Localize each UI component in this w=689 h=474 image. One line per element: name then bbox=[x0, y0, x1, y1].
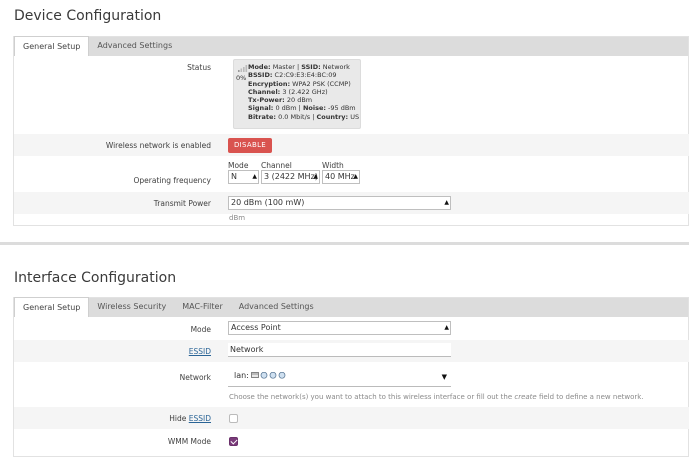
wireless-enabled-row: Wireless network is enabled DISABLE bbox=[14, 134, 689, 156]
network-interface-icon bbox=[261, 372, 268, 379]
essid-link[interactable]: ESSID bbox=[189, 347, 211, 356]
interface-mode-select[interactable]: Access Point ▲ bbox=[228, 321, 451, 335]
disable-button[interactable]: DISABLE bbox=[228, 138, 272, 153]
dropdown-arrow-icon: ▲ bbox=[353, 173, 358, 180]
transmit-power-unit: dBm bbox=[229, 214, 246, 222]
transmit-power-select[interactable]: 20 dBm (100 mW) ▲ bbox=[228, 196, 451, 210]
dropdown-arrow-icon: ▲ bbox=[444, 199, 449, 206]
interface-tabs: General Setup Wireless Security MAC-Filt… bbox=[14, 297, 688, 317]
tab-advanced-settings[interactable]: Advanced Settings bbox=[89, 36, 180, 56]
hide-essid-link[interactable]: ESSID bbox=[189, 414, 211, 423]
transmit-power-row: Transmit Power 20 dBm (100 mW) ▲ bbox=[14, 192, 689, 214]
dropdown-arrow-icon: ▲ bbox=[252, 173, 257, 180]
wmm-mode-label: WMM Mode bbox=[167, 437, 211, 446]
dropdown-arrow-icon: ▼ bbox=[441, 373, 447, 381]
mode-sublabel: Mode bbox=[228, 161, 249, 170]
channel-select[interactable]: 3 (2422 MHz) ▲ bbox=[261, 170, 320, 184]
dropdown-arrow-icon: ▲ bbox=[313, 173, 318, 180]
channel-sublabel: Channel bbox=[261, 161, 292, 170]
tab-advanced-settings[interactable]: Advanced Settings bbox=[231, 297, 322, 317]
tab-general-setup[interactable]: General Setup bbox=[14, 36, 90, 56]
mode-select[interactable]: N ▲ bbox=[228, 170, 259, 184]
status-row: Status 0% Mode: Master | SSID: Network B… bbox=[14, 56, 689, 134]
mode-label: Mode bbox=[190, 325, 211, 334]
signal-percent: 0% bbox=[236, 74, 247, 82]
network-interface-icon bbox=[270, 372, 277, 379]
device-config-panel: General Setup Advanced Settings Status 0… bbox=[13, 36, 689, 226]
hide-essid-label: Hide ESSID bbox=[169, 414, 211, 423]
mode-row: Mode Access Point ▲ bbox=[14, 318, 689, 340]
network-label: Network bbox=[179, 373, 211, 382]
tab-wireless-security[interactable]: Wireless Security bbox=[89, 297, 174, 317]
status-details: Mode: Master | SSID: Network BSSID: C2:C… bbox=[248, 63, 360, 121]
signal-icon bbox=[238, 65, 248, 72]
network-hint: Choose the network(s) you want to attach… bbox=[229, 393, 644, 401]
network-row: Network lan: ▼ Choose the network(s) you… bbox=[14, 362, 689, 407]
wmm-mode-checkbox[interactable] bbox=[229, 437, 238, 446]
essid-label: ESSID bbox=[189, 347, 211, 356]
device-tabs: General Setup Advanced Settings bbox=[14, 36, 688, 56]
hide-essid-checkbox[interactable] bbox=[229, 414, 238, 423]
status-box: 0% Mode: Master | SSID: Network BSSID: C… bbox=[233, 59, 361, 129]
network-interface-icon bbox=[279, 372, 286, 379]
wmm-mode-row: WMM Mode bbox=[14, 429, 689, 451]
device-config-title: Device Configuration bbox=[14, 8, 162, 24]
hide-essid-row: Hide ESSID bbox=[14, 407, 689, 429]
tab-general-setup[interactable]: General Setup bbox=[14, 297, 90, 317]
status-label: Status bbox=[187, 63, 211, 72]
operating-frequency-label: Operating frequency bbox=[133, 176, 212, 185]
width-select[interactable]: 40 MHz ▲ bbox=[322, 170, 360, 184]
operating-frequency-row: Operating frequency Mode N ▲ Channel 3 (2… bbox=[14, 157, 689, 192]
tab-mac-filter[interactable]: MAC-Filter bbox=[174, 297, 231, 317]
interface-config-title: Interface Configuration bbox=[14, 270, 177, 286]
transmit-power-label: Transmit Power bbox=[153, 199, 211, 208]
interface-config-panel: General Setup Wireless Security MAC-Filt… bbox=[13, 297, 689, 457]
wireless-enabled-label: Wireless network is enabled bbox=[105, 141, 211, 150]
dropdown-arrow-icon: ▲ bbox=[444, 324, 449, 331]
essid-row: ESSID Network bbox=[14, 340, 689, 362]
section-divider bbox=[0, 242, 689, 245]
width-sublabel: Width bbox=[322, 161, 344, 170]
essid-input[interactable]: Network bbox=[228, 343, 451, 357]
network-interface-icon bbox=[251, 372, 260, 378]
network-select[interactable]: lan: ▼ bbox=[228, 367, 451, 387]
